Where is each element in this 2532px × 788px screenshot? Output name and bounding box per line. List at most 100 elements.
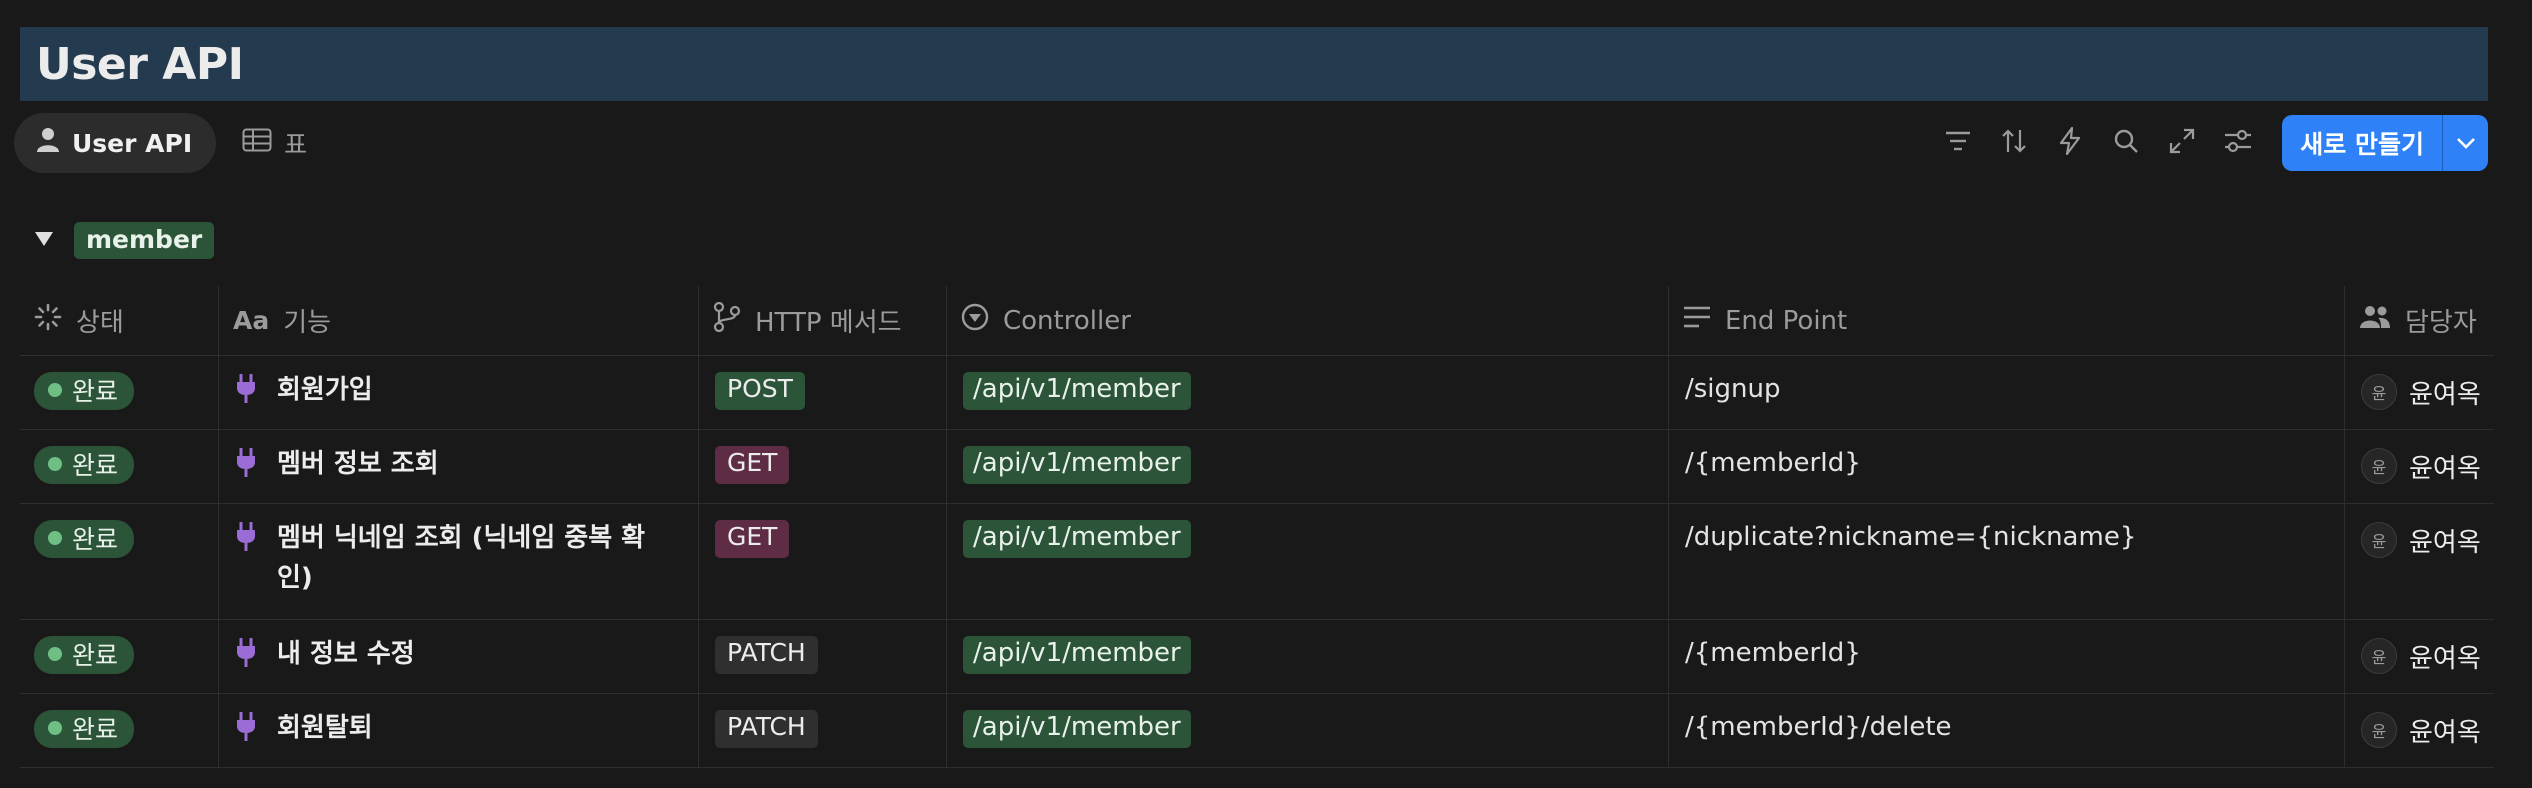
page-title-bar[interactable]: User API: [20, 27, 2488, 101]
table-row[interactable]: 완료 멤버 정보 조회 GET /api/v1/member /{memberI…: [20, 430, 2494, 504]
plug-icon: [235, 521, 257, 559]
status-label: 완료: [72, 377, 119, 406]
expand-icon: [2169, 128, 2195, 158]
feature-name[interactable]: 내 정보 수정: [277, 634, 415, 674]
endpoint-text: /signup: [1685, 374, 1781, 404]
view-bar: User API 표 새로 만들기: [14, 112, 2488, 174]
status-label: 완료: [72, 525, 119, 554]
view-tab-user-api[interactable]: User API: [14, 113, 217, 173]
controller-tag: /api/v1/member: [963, 710, 1191, 748]
database-table: 상태 Aa 기능 HTTP 메서드 Controller End Point 담…: [20, 286, 2494, 768]
view-tab-label: User API: [72, 128, 193, 158]
column-header-status[interactable]: 상태: [20, 286, 219, 355]
branch-icon: [713, 301, 741, 339]
plug-icon: [235, 637, 257, 675]
column-header-http-method[interactable]: HTTP 메서드: [699, 286, 947, 355]
status-badge[interactable]: 완료: [34, 710, 135, 748]
table-row[interactable]: 완료 멤버 닉네임 조회 (닉네임 중복 확인) GET /api/v1/mem…: [20, 504, 2494, 620]
owner-name: 윤여옥: [2409, 380, 2481, 410]
avatar: 윤: [2361, 373, 2397, 410]
column-header-label: HTTP 메서드: [755, 308, 902, 338]
status-badge[interactable]: 완료: [34, 446, 135, 484]
avatar: 윤: [2361, 637, 2397, 674]
owner-name: 윤여옥: [2409, 454, 2481, 484]
select-icon: [961, 303, 989, 338]
controller-tag: /api/v1/member: [963, 636, 1191, 674]
plug-icon: [235, 711, 257, 749]
settings-sliders-icon: [2224, 129, 2252, 157]
expand-button[interactable]: [2154, 115, 2210, 171]
endpoint-text: /{memberId}: [1685, 638, 1861, 668]
status-badge[interactable]: 완료: [34, 636, 135, 674]
search-icon: [2113, 128, 2139, 158]
status-label: 완료: [72, 451, 119, 480]
endpoint-text: /{memberId}/delete: [1685, 712, 1952, 742]
method-tag: PATCH: [715, 636, 818, 674]
collapse-triangle-icon[interactable]: [34, 231, 54, 251]
column-header-label: End Point: [1725, 305, 1848, 336]
method-tag: POST: [715, 372, 805, 410]
group-label[interactable]: member: [74, 222, 215, 259]
view-tab-table[interactable]: 표: [216, 113, 331, 173]
controller-tag: /api/v1/member: [963, 372, 1191, 410]
owner-name: 윤여옥: [2409, 528, 2481, 558]
method-tag: GET: [715, 446, 790, 484]
filter-icon: [1945, 130, 1971, 156]
method-tag: PATCH: [715, 710, 818, 748]
view-tab-label: 표: [284, 130, 308, 159]
plug-icon: [235, 373, 257, 411]
avatar: 윤: [2361, 711, 2397, 748]
toolbar: 새로 만들기: [1930, 115, 2488, 171]
feature-name[interactable]: 회원탈퇴: [277, 708, 373, 748]
status-dot-icon: [48, 531, 62, 545]
feature-name[interactable]: 회원가입: [277, 370, 373, 410]
feature-name-line: 멤버 닉네임 조회 (닉네임 중복 확: [277, 523, 646, 553]
status-badge[interactable]: 완료: [34, 372, 135, 410]
group-header: member: [34, 222, 215, 259]
owner-name: 윤여옥: [2409, 644, 2481, 674]
automation-button[interactable]: [2042, 115, 2098, 171]
table-icon: [242, 128, 272, 158]
search-button[interactable]: [2098, 115, 2154, 171]
method-tag: GET: [715, 520, 790, 558]
status-dot-icon: [48, 647, 62, 661]
person-icon: [36, 127, 60, 159]
text-lines-icon: [1683, 305, 1711, 336]
column-header-feature[interactable]: Aa 기능: [219, 286, 699, 355]
status-badge[interactable]: 완료: [34, 520, 135, 558]
column-header-owner[interactable]: 담당자: [2345, 286, 2494, 355]
chevron-down-icon: [2456, 134, 2476, 153]
owner-name: 윤여옥: [2409, 718, 2481, 748]
controller-tag: /api/v1/member: [963, 520, 1191, 558]
sort-icon: [2001, 128, 2027, 158]
automation-icon: [2059, 126, 2081, 159]
avatar: 윤: [2361, 521, 2397, 558]
endpoint-text: /duplicate?nickname={nickname}: [1685, 522, 2137, 552]
column-header-label: Controller: [1003, 305, 1131, 336]
avatar: 윤: [2361, 447, 2397, 484]
view-settings-button[interactable]: [2210, 115, 2266, 171]
feature-name-line: 인): [277, 563, 313, 593]
table-row[interactable]: 완료 회원가입 POST /api/v1/member /signup 윤 윤여옥: [20, 356, 2494, 430]
table-row[interactable]: 완료 내 정보 수정 PATCH /api/v1/member /{member…: [20, 620, 2494, 694]
text-property-icon: Aa: [233, 306, 270, 335]
plug-icon: [235, 447, 257, 485]
new-button-group: 새로 만들기: [2282, 115, 2488, 171]
status-dot-icon: [48, 721, 62, 735]
controller-tag: /api/v1/member: [963, 446, 1191, 484]
feature-name[interactable]: 멤버 닉네임 조회 (닉네임 중복 확인): [277, 518, 645, 598]
sort-button[interactable]: [1986, 115, 2042, 171]
page-title[interactable]: User API: [36, 39, 244, 90]
feature-name[interactable]: 멤버 정보 조회: [277, 444, 439, 484]
column-header-endpoint[interactable]: End Point: [1669, 286, 2345, 355]
status-label: 완료: [72, 715, 119, 744]
new-dropdown-button[interactable]: [2442, 115, 2488, 171]
status-icon: [34, 303, 62, 338]
status-dot-icon: [48, 383, 62, 397]
column-header-label: 기능: [283, 308, 332, 338]
filter-button[interactable]: [1930, 115, 1986, 171]
new-button[interactable]: 새로 만들기: [2282, 115, 2442, 171]
table-row[interactable]: 완료 회원탈퇴 PATCH /api/v1/member /{memberId}…: [20, 694, 2494, 768]
column-header-controller[interactable]: Controller: [947, 286, 1669, 355]
people-icon: [2359, 305, 2391, 336]
